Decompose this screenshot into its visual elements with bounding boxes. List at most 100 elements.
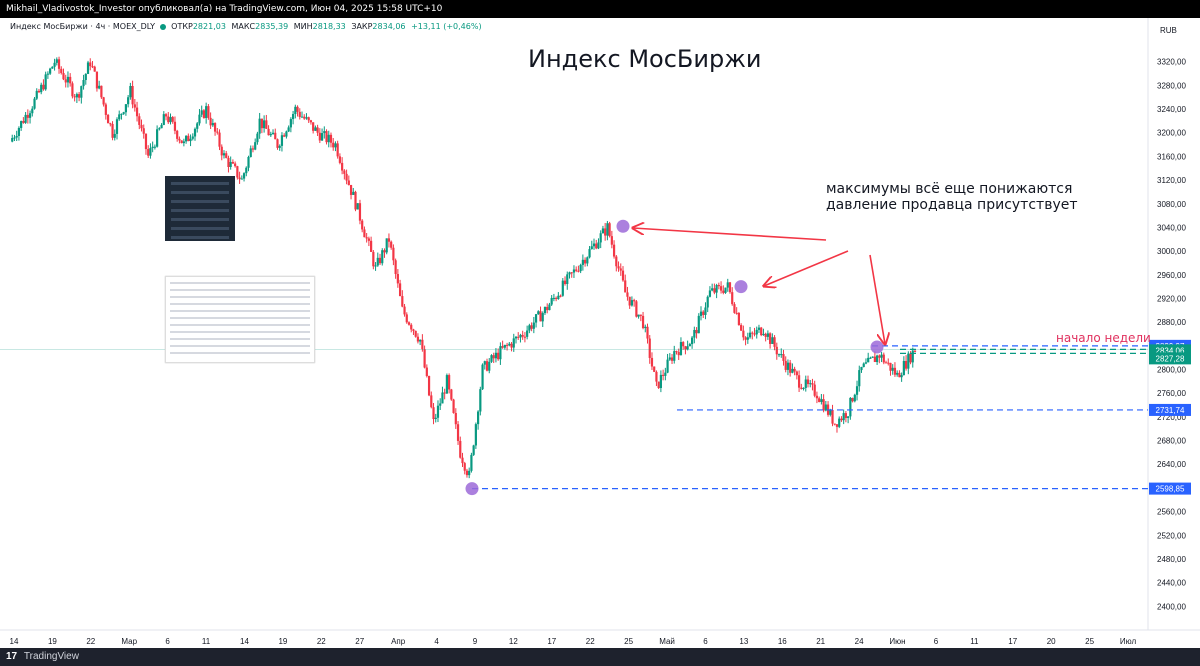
open-label: ОТКР xyxy=(171,22,193,31)
candle-body xyxy=(53,62,56,67)
candle-body xyxy=(280,135,284,146)
candle-body xyxy=(127,97,130,105)
candle-body xyxy=(657,381,660,388)
candle-body xyxy=(782,354,785,361)
candle-body xyxy=(534,314,538,323)
high-label: МАКС xyxy=(231,22,256,31)
candle-body xyxy=(140,124,143,129)
candle-body xyxy=(860,366,863,371)
candle-body xyxy=(742,330,745,338)
candle-body xyxy=(855,386,859,395)
candle-body xyxy=(60,68,63,73)
chart-area[interactable]: 3320,00 3280,00 3240,00 3200,00 3160,00 3120,… xyxy=(0,18,1200,648)
candle-body xyxy=(488,361,491,371)
candle-body xyxy=(198,114,201,124)
candle-body xyxy=(86,62,90,74)
candle-body xyxy=(124,104,128,113)
candle-body xyxy=(902,360,905,376)
candle-body xyxy=(588,249,591,258)
candle-body xyxy=(653,366,656,372)
candle-body xyxy=(481,364,484,390)
candle-body xyxy=(666,359,669,373)
peak-marker xyxy=(616,219,630,233)
candle-body xyxy=(733,304,736,313)
candle-body xyxy=(193,128,197,137)
candle-body xyxy=(254,142,257,150)
annotation-note: максимумы всё еще понижаются давление пр… xyxy=(826,181,1078,213)
candle-body xyxy=(501,346,504,348)
candle-body xyxy=(844,413,847,418)
candle-body xyxy=(775,346,778,355)
candle-body xyxy=(222,153,226,156)
candle-body xyxy=(412,329,415,331)
candle-body xyxy=(791,368,794,373)
x-tick-label: 6 xyxy=(165,637,170,646)
candle-body xyxy=(735,312,738,314)
candle-body xyxy=(207,106,210,118)
candle-body xyxy=(361,220,364,230)
candle-body xyxy=(849,397,852,417)
candle-body xyxy=(260,118,263,129)
candle-body xyxy=(37,90,41,93)
change-value: +13,11 (+0,46%) xyxy=(411,22,482,31)
candle-body xyxy=(530,325,533,329)
candle-body xyxy=(138,116,141,125)
candle-body xyxy=(378,257,382,264)
candle-body xyxy=(699,311,703,316)
candle-body xyxy=(191,136,194,139)
candle-body xyxy=(679,342,683,356)
candle-body xyxy=(697,315,700,334)
candle-body xyxy=(73,96,76,98)
candle-body xyxy=(55,59,58,63)
candle-body xyxy=(590,246,593,250)
candle-body xyxy=(176,130,179,139)
candle-body xyxy=(211,123,214,126)
candle-body xyxy=(724,287,727,293)
low-value: 2818,33 xyxy=(312,22,346,31)
level-price-label: 2598,85 xyxy=(1156,485,1185,494)
footer-bar: 17 TradingView xyxy=(0,648,1200,666)
candle-body xyxy=(439,403,442,406)
candle-body xyxy=(655,371,658,382)
x-tick-label: 19 xyxy=(278,637,287,646)
candle-body xyxy=(407,322,411,325)
candle-body xyxy=(909,353,912,363)
candle-body xyxy=(131,85,134,105)
candle-body xyxy=(401,296,404,307)
candle-body xyxy=(537,311,540,315)
candle-body xyxy=(617,266,620,269)
candle-body xyxy=(332,142,335,148)
candle-body xyxy=(706,296,709,308)
level-price-label: 2827,28 xyxy=(1156,354,1185,363)
candle-body xyxy=(675,351,678,353)
candle-body xyxy=(833,423,836,425)
candle-body xyxy=(62,72,65,80)
candle-body xyxy=(871,356,874,358)
candle-body xyxy=(911,350,914,363)
candle-body xyxy=(557,295,560,299)
candle-body xyxy=(459,440,462,458)
candle-body xyxy=(298,111,301,117)
x-tick-label: 17 xyxy=(547,637,556,646)
candle-body xyxy=(769,333,772,344)
candle-body xyxy=(505,344,509,346)
candle-body xyxy=(419,339,422,342)
candle-body xyxy=(398,283,402,297)
candle-body xyxy=(64,79,67,83)
candle-body xyxy=(209,117,212,126)
candle-body xyxy=(766,333,769,337)
candle-body xyxy=(641,315,645,329)
candle-body xyxy=(715,285,718,293)
candle-body xyxy=(213,123,217,132)
y-tick-label: 2920,00 xyxy=(1157,294,1186,303)
x-tick-label: 22 xyxy=(586,637,595,646)
candle-body xyxy=(231,161,235,164)
candle-body xyxy=(575,269,578,271)
candle-body xyxy=(708,290,712,297)
candle-body xyxy=(240,178,243,180)
candle-body xyxy=(312,122,315,131)
candle-body xyxy=(430,395,433,408)
open-value: 2821,03 xyxy=(192,22,226,31)
candle-body xyxy=(35,90,38,99)
candle-body xyxy=(566,274,569,284)
